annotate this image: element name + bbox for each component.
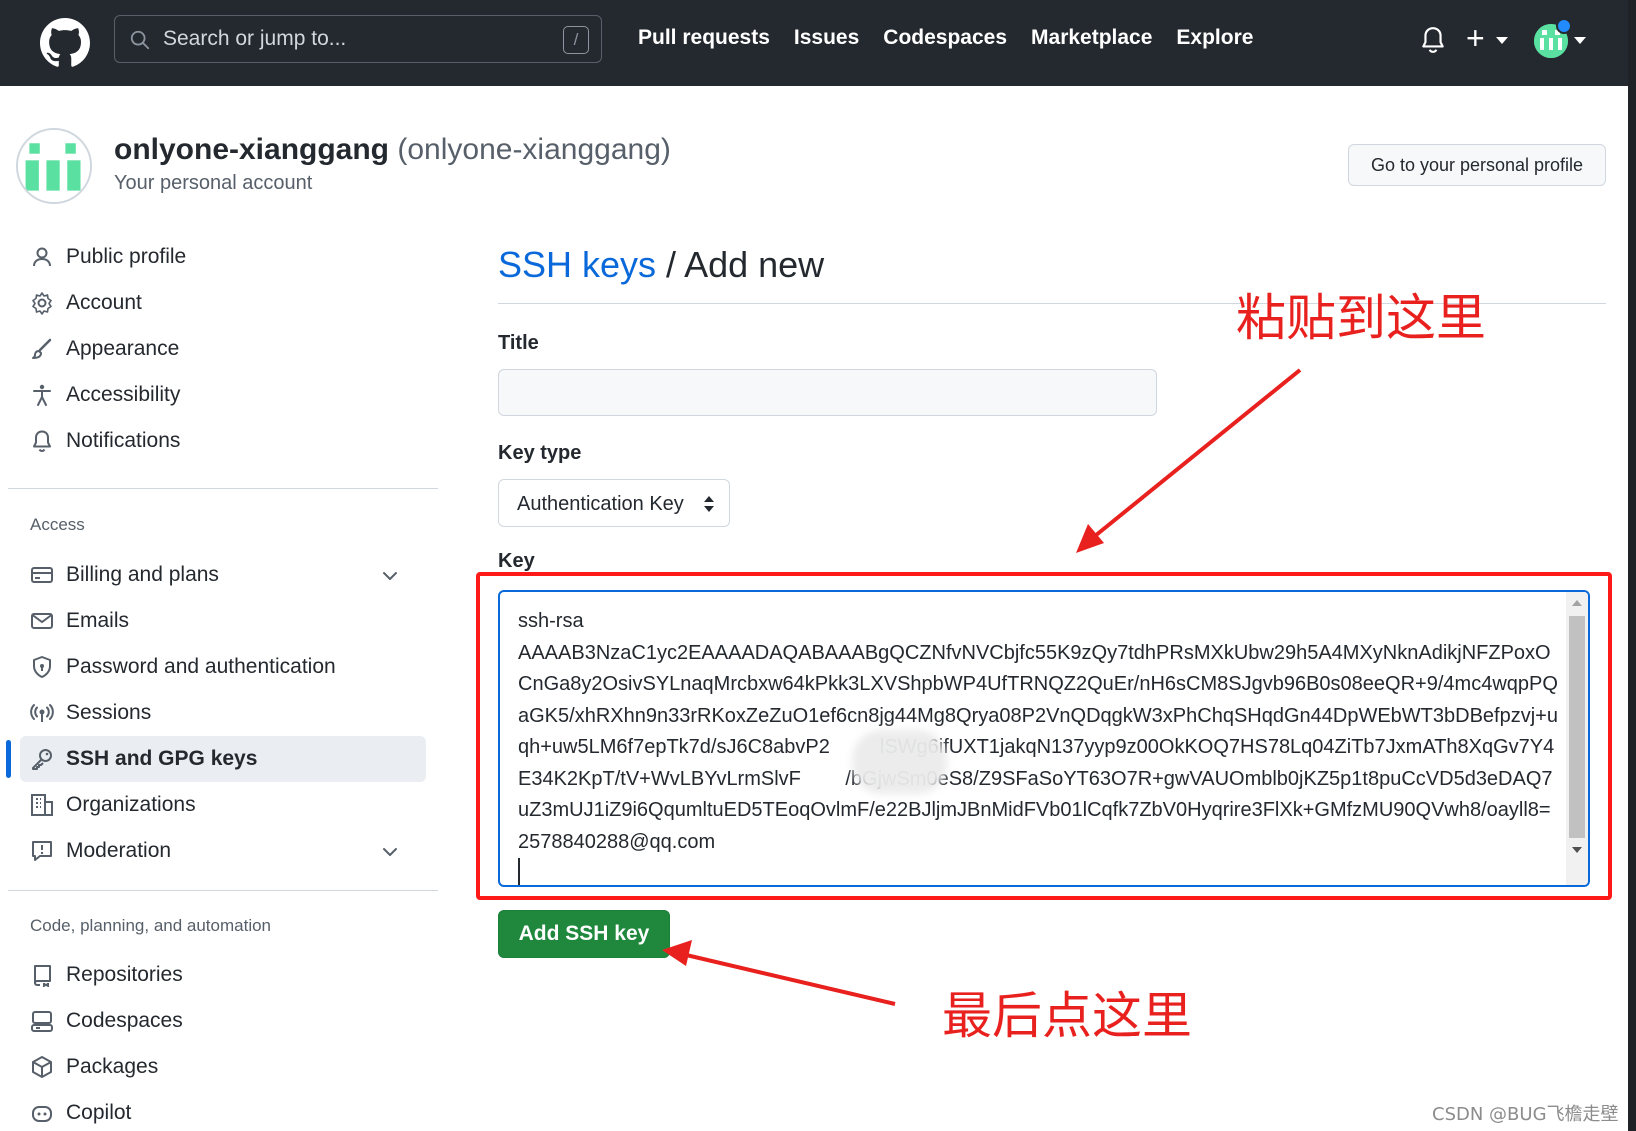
account-avatar — [16, 128, 92, 204]
page-title: SSH keys / Add new — [498, 244, 824, 286]
bell-icon — [33, 430, 51, 453]
search-shortcut-badge: / — [563, 26, 589, 54]
sidebar-item-organizations[interactable]: Organizations — [20, 782, 426, 828]
nav-issues[interactable]: Issues — [794, 26, 859, 50]
breadcrumb-separator: / — [656, 244, 685, 285]
sidebar-item-billing[interactable]: Billing and plans — [20, 552, 426, 598]
annotation-click-here: 最后点这里 — [942, 987, 1192, 1045]
search-icon — [130, 30, 150, 50]
accessibility-icon — [33, 384, 51, 406]
annotation-highlight-box — [476, 572, 1612, 900]
person-icon — [33, 247, 51, 267]
sidebar-item-packages[interactable]: Packages — [20, 1044, 426, 1090]
nav-pull-requests[interactable]: Pull requests — [638, 26, 770, 50]
sidebar-item-notifications[interactable]: Notifications — [20, 418, 426, 464]
add-ssh-key-button[interactable]: Add SSH key — [498, 910, 670, 958]
key-label: Key — [498, 550, 535, 572]
mail-icon — [31, 613, 53, 629]
sidebar-item-accessibility[interactable]: Accessibility — [20, 372, 426, 418]
sidebar-item-password[interactable]: Password and authentication — [20, 644, 426, 690]
sidebar-heading-code: Code, planning, and automation — [30, 916, 272, 935]
paintbrush-icon — [32, 338, 52, 359]
sidebar-item-public-profile[interactable]: Public profile — [20, 234, 426, 280]
organization-icon — [31, 794, 53, 816]
sidebar-item-label: Sessions — [66, 701, 152, 724]
key-type-select[interactable]: Authentication Key — [498, 479, 730, 527]
sidebar-heading-access: Access — [30, 515, 85, 534]
sidebar-item-appearance[interactable]: Appearance — [20, 326, 426, 372]
sidebar-item-label: Repositories — [66, 963, 183, 986]
sidebar-item-label: Packages — [66, 1055, 159, 1078]
global-header: Search or jump to... / Pull requests Iss… — [0, 0, 1628, 86]
sidebar-item-label: Appearance — [66, 337, 180, 360]
sidebar-item-label: Account — [66, 291, 142, 314]
sidebar-item-label: Emails — [66, 609, 130, 632]
sidebar-item-label: Codespaces — [66, 1009, 183, 1032]
key-type-label: Key type — [498, 442, 582, 464]
sidebar-item-label: Copilot — [66, 1101, 132, 1124]
key-type-selected: Authentication Key — [517, 493, 684, 515]
sidebar-divider — [8, 890, 438, 891]
sidebar-item-label: Password and authentication — [66, 655, 336, 678]
sidebar-item-repositories[interactable]: Repositories — [20, 952, 426, 998]
title-label: Title — [498, 332, 539, 354]
gear-icon — [32, 292, 52, 315]
package-icon — [32, 1056, 52, 1078]
shield-lock-icon — [33, 656, 51, 678]
chevron-down-icon[interactable] — [382, 844, 398, 860]
sidebar-item-account[interactable]: Account — [20, 280, 426, 326]
notification-dot — [1556, 18, 1572, 34]
sidebar-item-ssh-gpg-keys[interactable]: SSH and GPG keys — [20, 736, 426, 782]
window-edge — [1628, 0, 1636, 1131]
nav-codespaces[interactable]: Codespaces — [883, 26, 1007, 50]
repo-icon — [34, 965, 51, 987]
sidebar-item-label: Moderation — [66, 839, 172, 862]
nav-marketplace[interactable]: Marketplace — [1031, 26, 1152, 50]
sidebar-item-sessions[interactable]: Sessions — [20, 690, 426, 736]
active-indicator — [6, 740, 11, 778]
create-dropdown-caret-icon[interactable] — [1496, 37, 1508, 44]
account-login: (onlyone-xianggang) — [397, 133, 671, 166]
account-name: onlyone-xianggang (onlyone-xianggang) — [114, 133, 671, 167]
global-nav: Pull requests Issues Codespaces Marketpl… — [638, 26, 1253, 50]
sidebar-item-copilot[interactable]: Copilot — [20, 1090, 426, 1131]
annotation-paste-here: 粘贴到这里 — [1236, 289, 1486, 347]
credit-card-icon — [31, 567, 53, 583]
csdn-watermark: CSDN @BUG飞檐走壁 — [1432, 1104, 1619, 1125]
codespaces-icon — [31, 1011, 53, 1032]
sidebar-item-emails[interactable]: Emails — [20, 598, 426, 644]
select-arrows-icon — [704, 496, 714, 512]
breadcrumb-ssh-keys-link[interactable]: SSH keys — [498, 244, 656, 285]
account-subtitle: Your personal account — [114, 172, 313, 194]
sidebar-item-label: Accessibility — [66, 383, 181, 406]
annotation-arrow-to-button — [662, 940, 896, 1006]
sidebar-item-label: Billing and plans — [66, 563, 219, 586]
title-input[interactable] — [498, 369, 1157, 416]
sidebar-item-moderation[interactable]: Moderation — [20, 828, 426, 874]
report-icon — [32, 841, 52, 861]
account-display-name: onlyone-xianggang — [114, 133, 390, 166]
sidebar-item-codespaces[interactable]: Codespaces — [20, 998, 426, 1044]
sidebar-item-label: Notifications — [66, 429, 181, 452]
user-menu-caret-icon[interactable] — [1574, 37, 1586, 44]
search-placeholder: Search or jump to... — [163, 27, 347, 50]
sidebar-divider — [8, 488, 438, 489]
broadcast-icon — [30, 704, 54, 722]
copilot-icon — [32, 1106, 52, 1122]
sidebar-item-label: SSH and GPG keys — [66, 747, 258, 770]
sidebar-item-label: Organizations — [66, 793, 196, 816]
key-icon — [32, 749, 52, 770]
breadcrumb-current: Add new — [684, 244, 825, 285]
notifications-bell-icon[interactable] — [1420, 26, 1446, 54]
nav-explore[interactable]: Explore — [1176, 26, 1253, 50]
chevron-down-icon[interactable] — [382, 568, 398, 584]
sidebar-item-label: Public profile — [66, 245, 187, 268]
go-to-profile-button[interactable]: Go to your personal profile — [1348, 144, 1606, 186]
github-logo-icon[interactable] — [40, 18, 90, 68]
create-new-plus-icon[interactable]: + — [1466, 18, 1485, 58]
search-input[interactable]: Search or jump to... / — [114, 15, 602, 63]
